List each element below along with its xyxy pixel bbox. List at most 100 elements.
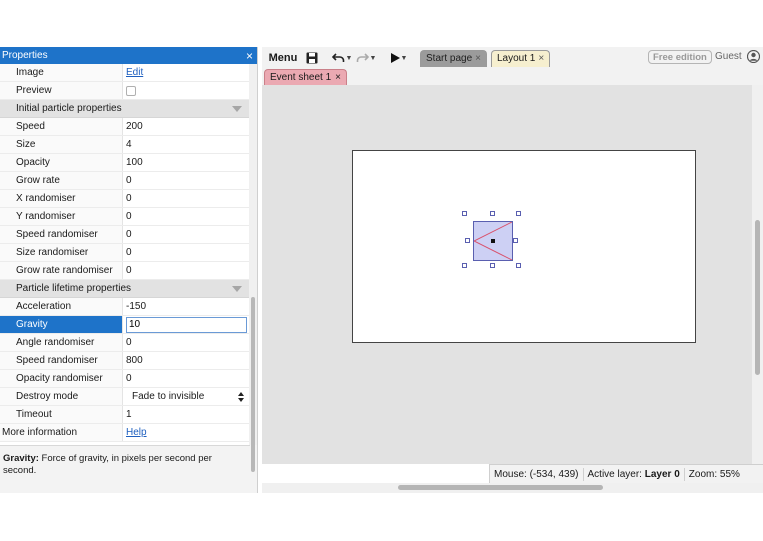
- preview-checkbox[interactable]: [126, 85, 136, 96]
- property-name: Image: [0, 64, 123, 81]
- property-row[interactable]: Acceleration -150: [0, 298, 250, 316]
- resize-handle[interactable]: [462, 211, 467, 216]
- resize-handle[interactable]: [490, 211, 495, 216]
- edit-image-link[interactable]: Edit: [126, 67, 143, 78]
- undo-icon[interactable]: ▼: [330, 48, 354, 68]
- property-row[interactable]: Speed randomiser 800: [0, 352, 250, 370]
- resize-handle[interactable]: [490, 263, 495, 268]
- property-name: Speed randomiser: [0, 352, 123, 369]
- property-row[interactable]: Opacity randomiser 0: [0, 370, 250, 388]
- chevron-down-icon[interactable]: ▼: [346, 55, 353, 62]
- property-name: Preview: [0, 82, 123, 99]
- section-title: Particle lifetime properties: [16, 283, 132, 294]
- free-edition-badge[interactable]: Free edition: [648, 50, 712, 64]
- property-row[interactable]: Angle randomiser 0: [0, 334, 250, 352]
- property-value[interactable]: 0: [123, 370, 250, 387]
- property-row[interactable]: Speed 200: [0, 118, 250, 136]
- document-tabs: Event sheet 1 ×: [262, 69, 763, 85]
- resize-handle[interactable]: [513, 238, 518, 243]
- active-layer-label: Active layer:: [587, 468, 642, 480]
- property-row-image[interactable]: Image Edit: [0, 64, 250, 82]
- property-row[interactable]: Grow rate 0: [0, 172, 250, 190]
- layout-canvas[interactable]: [352, 150, 696, 343]
- resize-handle[interactable]: [516, 211, 521, 216]
- collapse-triangle-icon[interactable]: [232, 285, 242, 292]
- property-name: Size randomiser: [0, 244, 123, 261]
- property-name: Opacity: [0, 154, 123, 171]
- redo-icon[interactable]: ▼: [354, 48, 378, 68]
- close-icon[interactable]: ×: [475, 53, 481, 64]
- particle-object[interactable]: [473, 221, 513, 261]
- property-value[interactable]: 0: [123, 172, 250, 189]
- collapse-triangle-icon[interactable]: [232, 105, 242, 112]
- property-value[interactable]: 1: [123, 406, 250, 423]
- scrollbar-thumb[interactable]: [398, 485, 603, 490]
- property-value[interactable]: 800: [123, 352, 250, 369]
- chevron-down-icon[interactable]: ▼: [370, 55, 377, 62]
- resize-handle[interactable]: [465, 238, 470, 243]
- play-icon[interactable]: ▼: [386, 48, 412, 68]
- zoom-level: Zoom: 55%: [688, 468, 740, 480]
- properties-title: Properties: [2, 50, 48, 61]
- property-row[interactable]: Grow rate randomiser 0: [0, 262, 250, 280]
- tab-label: Layout 1: [497, 53, 536, 64]
- tab-event-sheet-1[interactable]: Event sheet 1 ×: [264, 69, 347, 85]
- horizontal-scrollbar[interactable]: [262, 483, 763, 493]
- tab-start-page[interactable]: Start page ×: [420, 49, 487, 67]
- property-row[interactable]: Y randomiser 0: [0, 208, 250, 226]
- resize-handle[interactable]: [516, 263, 521, 268]
- gravity-input[interactable]: [126, 316, 247, 333]
- section-initial-particle-properties[interactable]: Initial particle properties: [0, 100, 250, 118]
- help-link[interactable]: Help: [126, 427, 147, 438]
- active-layer: Active layer: Layer 0: [584, 469, 684, 480]
- property-row[interactable]: Size randomiser 0: [0, 244, 250, 262]
- property-row-gravity[interactable]: Gravity: [0, 316, 250, 334]
- layout-view[interactable]: [262, 85, 752, 464]
- property-row-more-information[interactable]: More information Help: [0, 424, 250, 442]
- floppy-disk-icon[interactable]: [302, 48, 322, 68]
- properties-scrollbar[interactable]: [249, 64, 257, 472]
- property-row-preview[interactable]: Preview: [0, 82, 250, 100]
- property-value[interactable]: 4: [123, 136, 250, 153]
- user-icon[interactable]: [746, 49, 761, 66]
- property-value[interactable]: 0: [123, 262, 250, 279]
- property-row[interactable]: Opacity 100: [0, 154, 250, 172]
- property-name: Speed: [0, 118, 123, 135]
- select-value: Fade to invisible: [132, 391, 205, 402]
- property-row-destroy-mode[interactable]: Destroy mode Fade to invisible: [0, 388, 250, 406]
- close-icon[interactable]: ×: [246, 50, 253, 62]
- chevron-down-icon[interactable]: ▼: [401, 55, 408, 62]
- property-name: X randomiser: [0, 190, 123, 207]
- menu-button[interactable]: Menu: [264, 48, 302, 68]
- scrollbar-thumb[interactable]: [251, 297, 255, 472]
- properties-header: Properties ×: [0, 47, 257, 64]
- property-name: Y randomiser: [0, 208, 123, 225]
- status-bar: Mouse: (-534, 439) Active layer: Layer 0…: [489, 464, 763, 483]
- property-value[interactable]: 100: [123, 154, 250, 171]
- property-value[interactable]: 200: [123, 118, 250, 135]
- property-value[interactable]: -150: [123, 298, 250, 315]
- destroy-mode-select[interactable]: Fade to invisible: [126, 389, 247, 404]
- user-name[interactable]: Guest: [715, 51, 742, 62]
- property-value[interactable]: 0: [123, 244, 250, 261]
- close-icon[interactable]: ×: [538, 53, 544, 64]
- property-name: Angle randomiser: [0, 334, 123, 351]
- property-value[interactable]: 0: [123, 334, 250, 351]
- property-value[interactable]: 0: [123, 208, 250, 225]
- property-description: Gravity: Force of gravity, in pixels per…: [0, 445, 250, 493]
- property-row[interactable]: X randomiser 0: [0, 190, 250, 208]
- particle-spray-icon: [474, 222, 512, 260]
- section-particle-lifetime-properties[interactable]: Particle lifetime properties: [0, 280, 250, 298]
- property-row[interactable]: Timeout 1: [0, 406, 250, 424]
- property-row[interactable]: Speed randomiser 0: [0, 226, 250, 244]
- property-row[interactable]: Size 4: [0, 136, 250, 154]
- tab-layout-1[interactable]: Layout 1 ×: [491, 49, 551, 67]
- scrollbar-thumb[interactable]: [755, 220, 760, 375]
- property-name: Size: [0, 136, 123, 153]
- property-value[interactable]: 0: [123, 226, 250, 243]
- close-icon[interactable]: ×: [335, 72, 341, 83]
- property-value[interactable]: 0: [123, 190, 250, 207]
- vertical-scrollbar[interactable]: [752, 85, 763, 464]
- resize-handle[interactable]: [462, 263, 467, 268]
- mouse-position: Mouse: (-534, 439): [494, 468, 579, 480]
